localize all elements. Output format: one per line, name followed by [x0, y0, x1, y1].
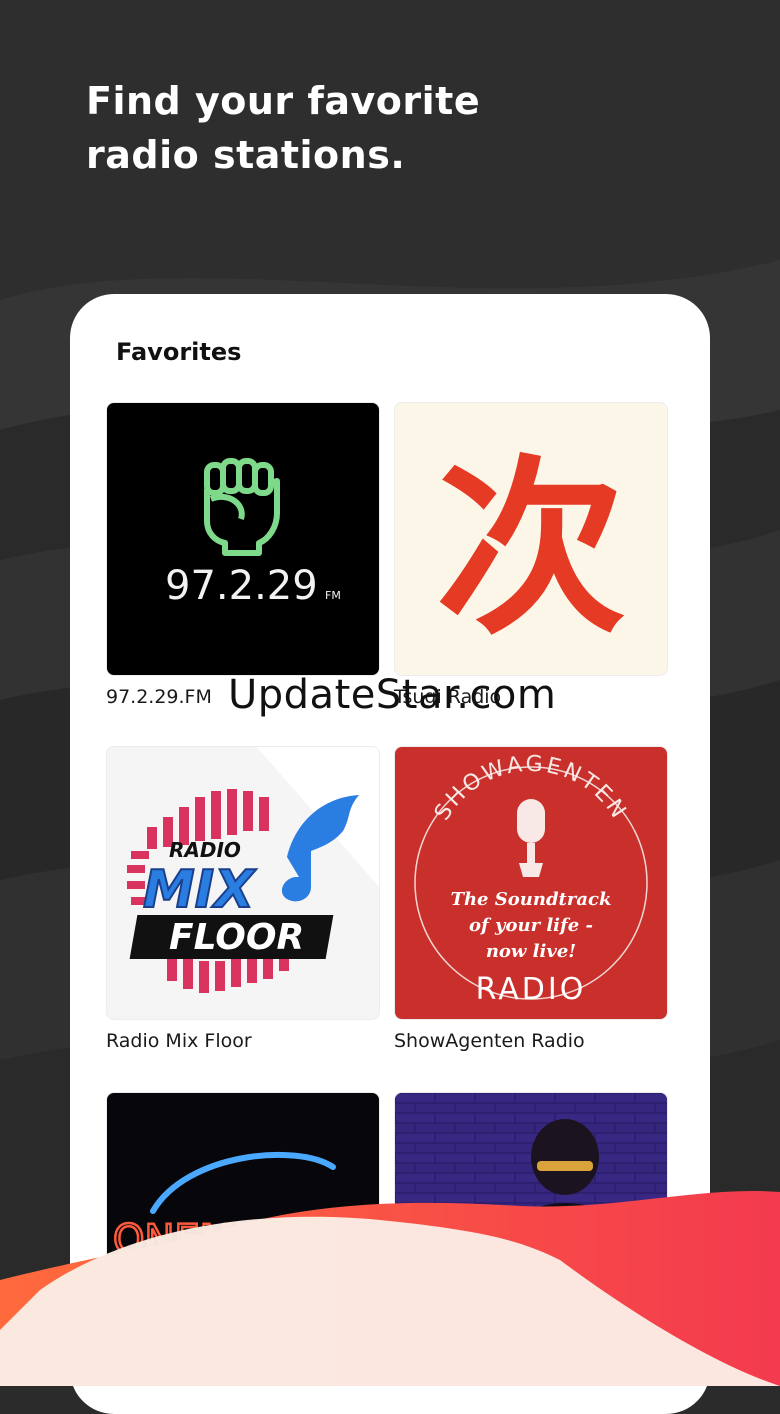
logo-tagline-3: now live! [486, 941, 576, 962]
logo-tagline-1: The Soundtrack [451, 889, 612, 910]
logo-floor-text: FLOOR [169, 917, 304, 958]
station-tile-radio-mix-floor[interactable]: RADIO MIX FLOOR Radio Mix Floor [106, 746, 380, 1052]
headline-line-2: radio stations. [86, 133, 406, 177]
logo-frequency-text: 97.2.29 [165, 563, 318, 609]
favorites-title: Favorites [116, 338, 242, 366]
bottom-wave-decoration [0, 1191, 780, 1386]
station-tile-972029fm[interactable]: 97.2.29 FM 97.2.29.FM [106, 402, 380, 708]
station-artwork: 次 [394, 402, 668, 676]
raised-fist-icon [204, 458, 280, 556]
headline-line-1: Find your favorite [86, 79, 481, 123]
station-name: ShowAgenten Radio [394, 1030, 585, 1052]
logo-mix-text: MIX [143, 860, 257, 920]
logo-fm-text: FM [325, 589, 341, 602]
logo-radio-text: RADIO [476, 972, 587, 1007]
logo-kanji-text: 次 [436, 439, 626, 660]
watermark: UpdateStar.com [228, 672, 557, 718]
logo-radio-text: RADIO [169, 838, 241, 862]
headline: Find your favorite radio stations. [86, 74, 480, 182]
station-name: Radio Mix Floor [106, 1030, 252, 1052]
station-tile-tsugi-radio[interactable]: 次 Tsugi Radio [394, 402, 668, 708]
station-artwork: RADIO MIX FLOOR [106, 746, 380, 1020]
microphone-icon [517, 799, 545, 877]
station-artwork: SHOWAGENTEN The Soundtrack of your life … [394, 746, 668, 1020]
station-tile-showagenten-radio[interactable]: SHOWAGENTEN The Soundtrack of your life … [394, 746, 668, 1052]
station-artwork: 97.2.29 FM [106, 402, 380, 676]
logo-tagline-2: of your life - [469, 915, 593, 936]
